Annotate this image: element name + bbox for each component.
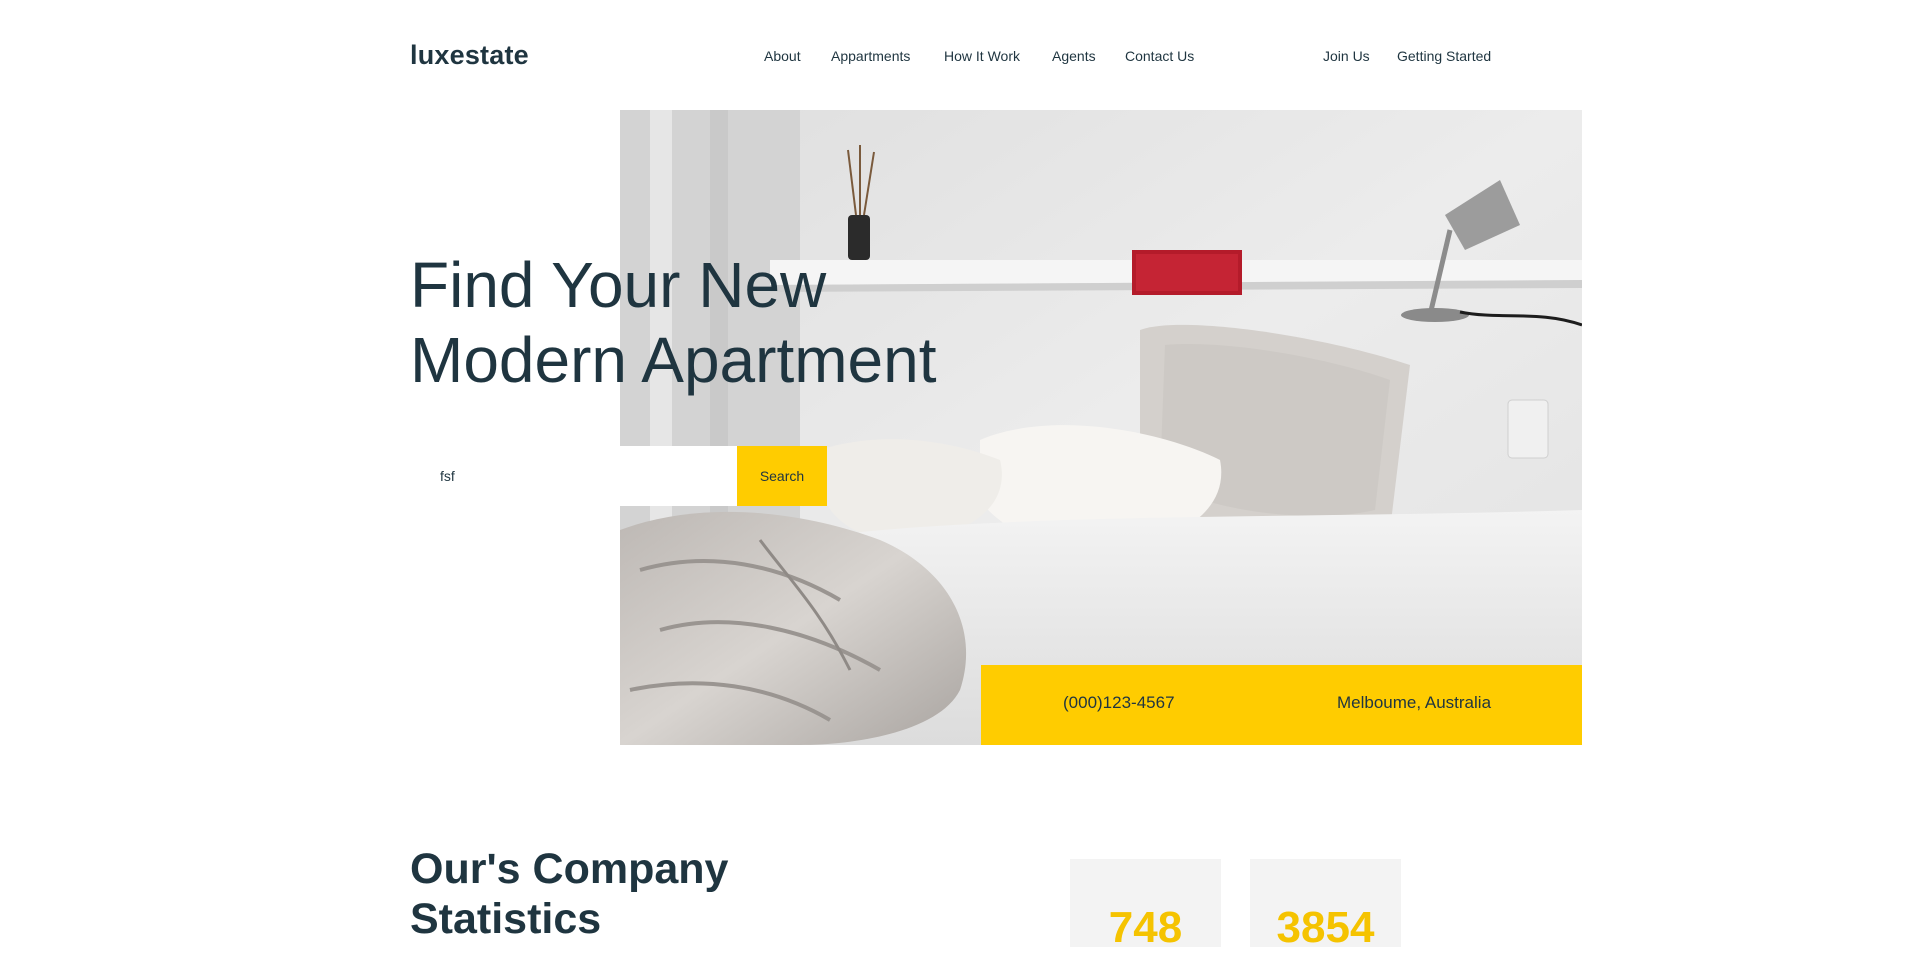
- hero-headline-line-1: Find Your New: [410, 249, 827, 321]
- stats-title-line-1: Our's Company: [410, 845, 729, 893]
- search-bar: Search: [410, 446, 827, 506]
- site-logo[interactable]: luxestate: [410, 40, 529, 71]
- contact-band: (000)123-4567 Melboume, Australia: [981, 665, 1582, 745]
- nav-about[interactable]: About: [764, 48, 801, 64]
- hero-headline-line-2: Modern Apartment: [410, 324, 937, 396]
- nav-how-it-work[interactable]: How It Work: [944, 48, 1020, 64]
- hero-image: [620, 110, 1582, 745]
- stats-title-line-2: Statistics: [410, 895, 602, 943]
- nav-appartments[interactable]: Appartments: [831, 48, 910, 64]
- search-input[interactable]: [410, 446, 737, 506]
- stats-title: Our's Company Statistics: [410, 844, 728, 944]
- stat-number-1: 748: [1108, 903, 1183, 952]
- hero-headline: Find Your New Modern Apartment: [410, 248, 937, 398]
- search-button[interactable]: Search: [737, 446, 827, 506]
- getting-started-link[interactable]: Getting Started: [1397, 48, 1491, 64]
- contact-phone[interactable]: (000)123-4567: [1063, 693, 1175, 713]
- nav-agents[interactable]: Agents: [1052, 48, 1096, 64]
- nav-contact-us[interactable]: Contact Us: [1125, 48, 1194, 64]
- stat-number-2: 3854: [1276, 903, 1375, 952]
- contact-location: Melboume, Australia: [1337, 693, 1492, 712]
- stat-card-2: 3854: [1250, 859, 1401, 952]
- join-us-link[interactable]: Join Us: [1323, 48, 1370, 64]
- stat-card-1: 748: [1070, 859, 1221, 952]
